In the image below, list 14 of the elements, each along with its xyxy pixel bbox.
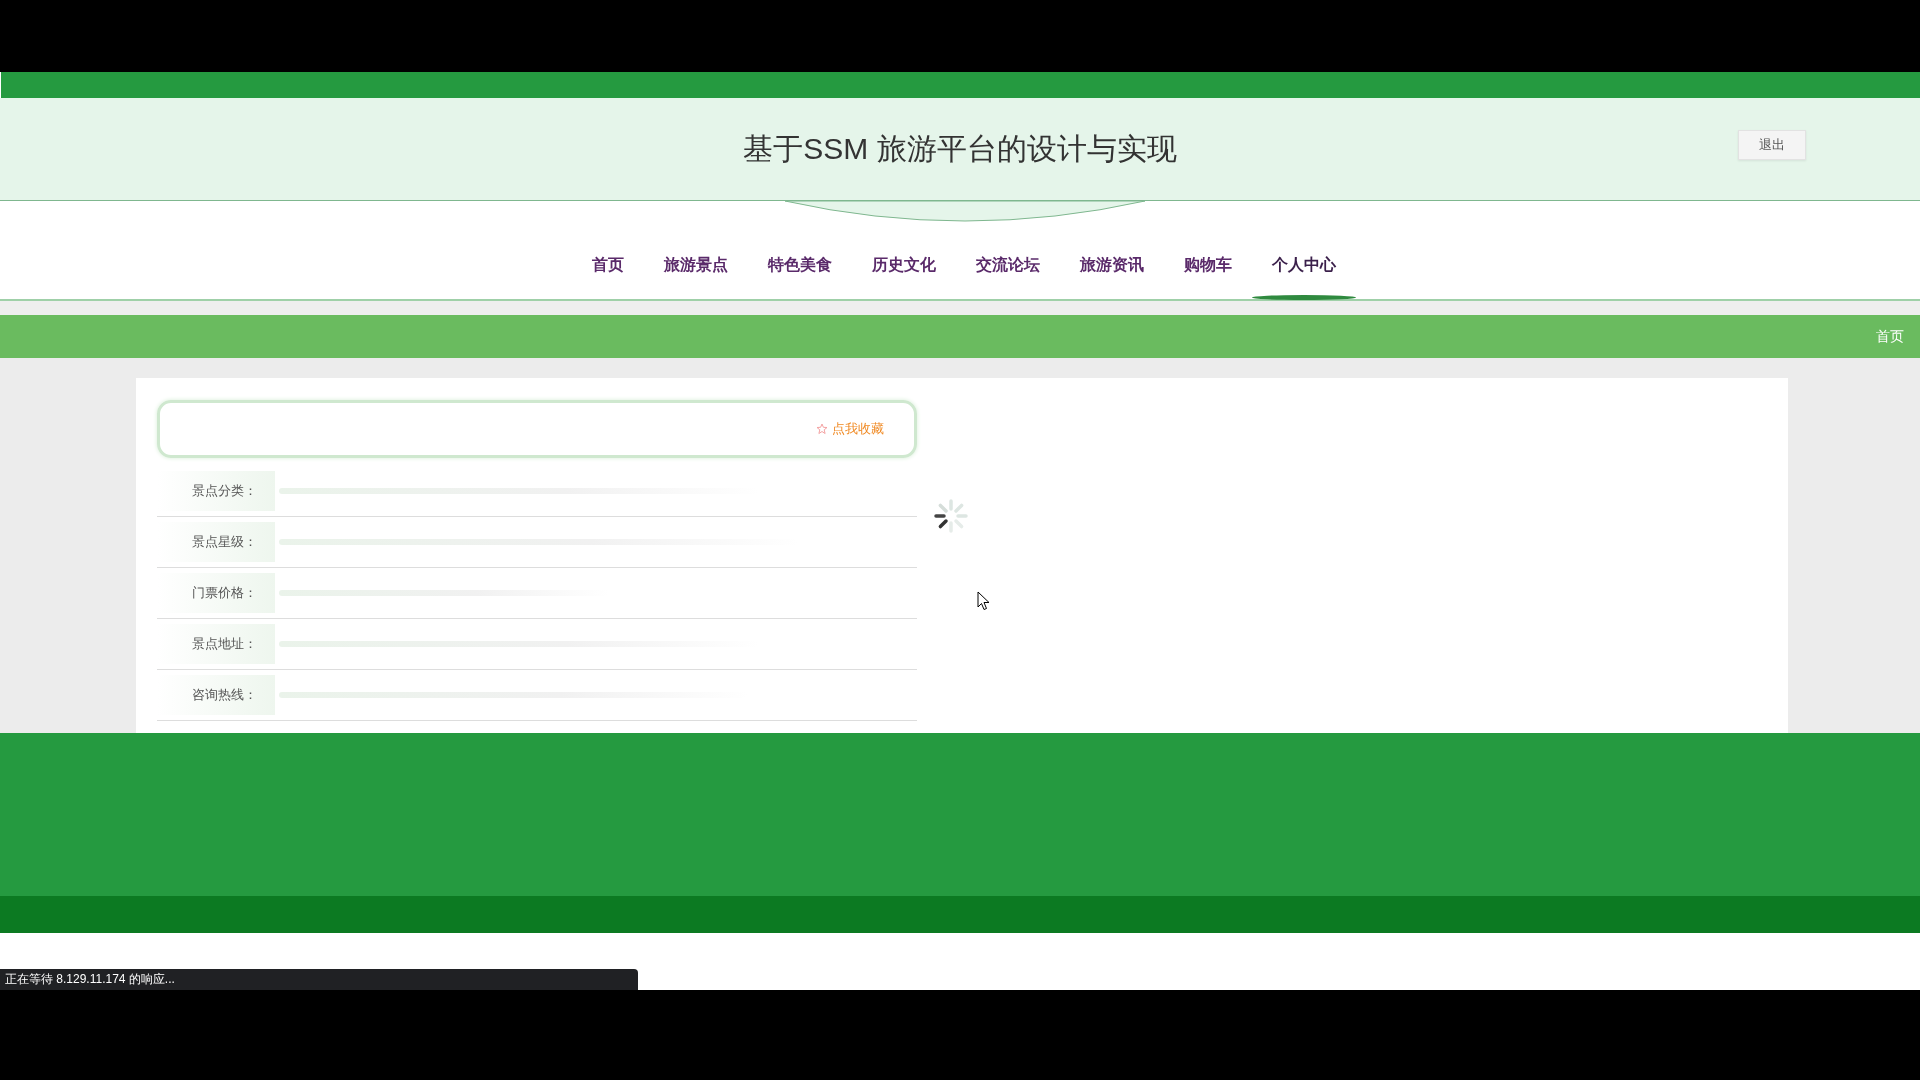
nav-link[interactable]: 交流论坛 (956, 255, 1060, 299)
loading-spinner-icon (933, 498, 969, 534)
nav-link[interactable]: 旅游景点 (644, 255, 748, 299)
nav-link[interactable]: 旅游资讯 (1060, 255, 1164, 299)
nav-link[interactable]: 特色美食 (748, 255, 852, 299)
nav-link[interactable]: 个人中心 (1252, 255, 1356, 299)
cursor-icon (977, 591, 991, 611)
logout-button[interactable]: 退出 (1738, 130, 1806, 160)
status-text: 正在等待 8.129.11.174 的响应... (4, 971, 175, 988)
nav-link[interactable]: 购物车 (1164, 255, 1252, 299)
nav-link[interactable]: 历史文化 (852, 255, 956, 299)
nav-link[interactable]: 首页 (572, 255, 644, 299)
site-title: 基于SSM 旅游平台的设计与实现 (743, 130, 1177, 167)
star-icon (816, 423, 828, 435)
